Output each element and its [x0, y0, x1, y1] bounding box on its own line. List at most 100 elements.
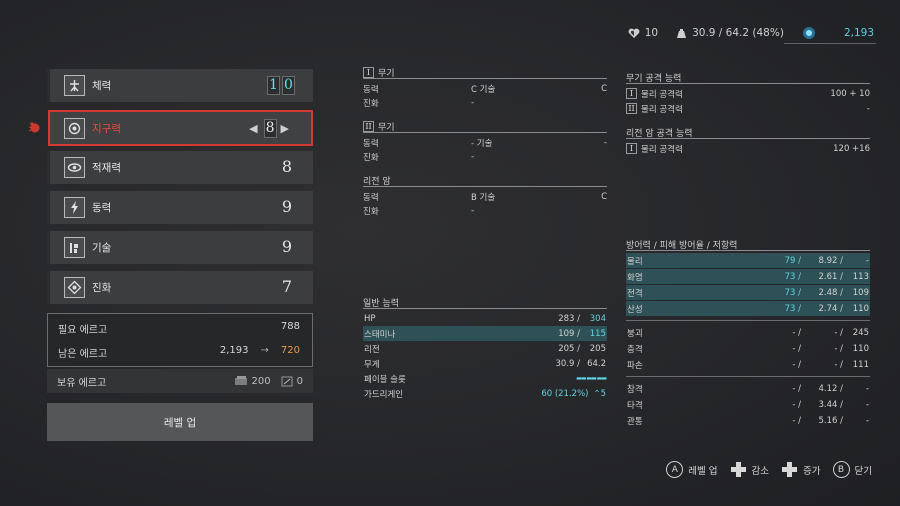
stat-guard-regain-row: 가드리게인 60 (21.2%) ⌃5 — [363, 386, 607, 401]
negation-value: 8.92 / — [818, 255, 844, 266]
endurance-icon — [64, 117, 85, 139]
stat-row-advance[interactable]: 진화 7 — [47, 271, 313, 304]
advance-icon — [64, 277, 85, 298]
hint-increase[interactable]: 증가 — [781, 461, 821, 478]
negation-value: - / — [834, 359, 843, 370]
stat-stamina-row: 스태미나 109 / 115 — [363, 326, 607, 341]
defense-row: 충격 - / - / 110 — [626, 341, 870, 356]
stat-label: 기술 — [92, 242, 112, 254]
attack-label: 물리 공격력 — [641, 89, 683, 100]
section-title: 방어력 / 피해 방어율 / 저항력 — [626, 240, 738, 251]
general-abilities-section: 일반 능력 HP 283 / 304 스태미나 109 / 115 리전 205 / 205… — [363, 296, 607, 401]
defense-row: 화염 73 / 2.61 / 113 — [626, 269, 870, 284]
increase-arrow-icon[interactable]: ▶ — [281, 122, 289, 135]
attack-label: 물리 공격력 — [641, 144, 683, 155]
stat-row-capacity[interactable]: 적재력 8 — [47, 151, 313, 184]
gen-current: 283 / — [558, 313, 580, 324]
stat-digit: 0 — [282, 76, 295, 95]
defense-label: 물리 — [627, 256, 643, 267]
defense-label: 붕괴 — [627, 328, 643, 339]
defense-row: 붕괴 - / - / 245 — [626, 325, 870, 340]
stat-hp-row: HP 283 / 304 — [363, 311, 607, 326]
weapon-num: I — [363, 66, 374, 78]
scaling-value: B 기술 — [471, 193, 496, 203]
scaling-label: 진화 — [363, 99, 379, 109]
hint-close[interactable]: B 닫기 — [832, 461, 872, 478]
hint-level-up[interactable]: A 레벨 업 — [666, 461, 718, 478]
gen-max: 205 — [589, 343, 606, 354]
scaling-label: 동력 — [363, 139, 379, 149]
scaling-grade: C — [601, 192, 607, 202]
divider — [626, 320, 870, 321]
resistance-value: 245 — [852, 327, 869, 338]
defense-row: 파손 - / - / 111 — [626, 357, 870, 372]
remaining-ergo-label: 남은 에르고 — [58, 349, 108, 360]
section-title: 리전 암 — [363, 176, 391, 187]
held-ergo-row: 보유 에르고 200 0 — [47, 369, 313, 393]
stat-row-endurance[interactable]: 지구력 ◀ 8 ▶ — [48, 110, 313, 146]
scaling-value: - — [471, 152, 475, 162]
defense-row: 타격 - / 3.44 / - — [626, 397, 870, 412]
defense-label: 관통 — [627, 416, 643, 427]
scaling-grade: C — [601, 84, 607, 94]
scaling-value: - — [471, 206, 475, 216]
gen-current: 109 / — [558, 328, 580, 339]
gen-label: 리전 — [364, 344, 380, 355]
decrease-arrow-icon[interactable]: ◀ — [249, 122, 257, 135]
selection-marker-icon — [28, 122, 40, 133]
negation-value: 2.61 / — [818, 271, 844, 282]
stat-row-motivity[interactable]: 동력 9 — [47, 191, 313, 224]
heart-icon — [628, 28, 640, 38]
stat-digit: 1 — [267, 76, 280, 95]
defense-value: - / — [792, 359, 801, 370]
negation-value: 2.48 / — [818, 287, 844, 298]
resistance-value: - — [865, 383, 869, 394]
scaling-value: - 기술 — [471, 139, 493, 149]
hint-label: 증가 — [803, 465, 821, 477]
scaling-label: 동력 — [363, 193, 379, 203]
defense-label: 산성 — [627, 304, 643, 315]
section-title: 무기 공격 능력 — [626, 73, 682, 84]
weight-value: 30.9 / 64.2 (48%) — [692, 27, 784, 39]
stat-digit: 9 — [281, 197, 293, 216]
level-up-button[interactable]: 레벨 업 — [47, 403, 313, 441]
resistance-value: - — [865, 415, 869, 426]
negation-value: 5.16 / — [818, 415, 844, 426]
hearts-counter: 10 — [628, 27, 658, 39]
stat-label: 지구력 — [92, 122, 121, 135]
gen-max: 304 — [589, 313, 606, 324]
defense-row: 산성 73 / 2.74 / 110 — [626, 301, 870, 316]
attack-value: - — [866, 103, 870, 114]
weapon-num: II — [626, 103, 637, 114]
negation-value: 2.74 / — [818, 303, 844, 314]
ergo-card-icon — [281, 376, 293, 386]
section-title: 일반 능력 — [363, 298, 399, 309]
weapon-attack-section: 무기 공격 능력 I 물리 공격력 100 + 10 II 물리 공격력 - — [626, 71, 870, 116]
resistance-value: 111 — [852, 359, 869, 370]
defense-label: 파손 — [627, 360, 643, 371]
remaining-ergo-line: 남은 에르고 2,193 → 720 — [58, 345, 300, 360]
defense-value: - / — [792, 327, 801, 338]
gen-label: 가드리게인 — [364, 389, 404, 400]
defense-label: 충격 — [627, 344, 643, 355]
gen-current: 60 (21.2%) — [541, 388, 589, 399]
weight-icon — [677, 28, 687, 38]
stat-digit: 9 — [281, 237, 293, 256]
defense-value: - / — [792, 415, 801, 426]
stat-row-technique[interactable]: 기술 9 — [47, 231, 313, 264]
defense-label: 참격 — [627, 384, 643, 395]
scaling-label: 진화 — [363, 153, 379, 163]
weapon-num: I — [626, 143, 637, 154]
attack-value: 100 + 10 — [830, 88, 870, 99]
hearts-value: 10 — [644, 27, 659, 39]
defense-value: 73 / — [784, 287, 801, 298]
weapon-1-section: I 무기 동력 C 기술 C 진화 - — [363, 66, 607, 110]
gen-label: 페이블 슬롯 — [364, 374, 406, 385]
legion-attack-section: 리전 암 공격 능력 I 물리 공격력 120 +16 — [626, 126, 870, 156]
remaining-ergo-to: 720 — [280, 345, 300, 356]
stat-row-vitality[interactable]: 체력 10 — [47, 69, 313, 102]
stat-fable-slot-row: 페이블 슬롯 ▬▬ ▬▬ ▬▬ — [363, 371, 607, 386]
resistance-value: - — [865, 255, 869, 266]
hint-decrease[interactable]: 감소 — [730, 461, 769, 478]
weight-counter: 30.9 / 64.2 (48%) — [676, 27, 784, 39]
